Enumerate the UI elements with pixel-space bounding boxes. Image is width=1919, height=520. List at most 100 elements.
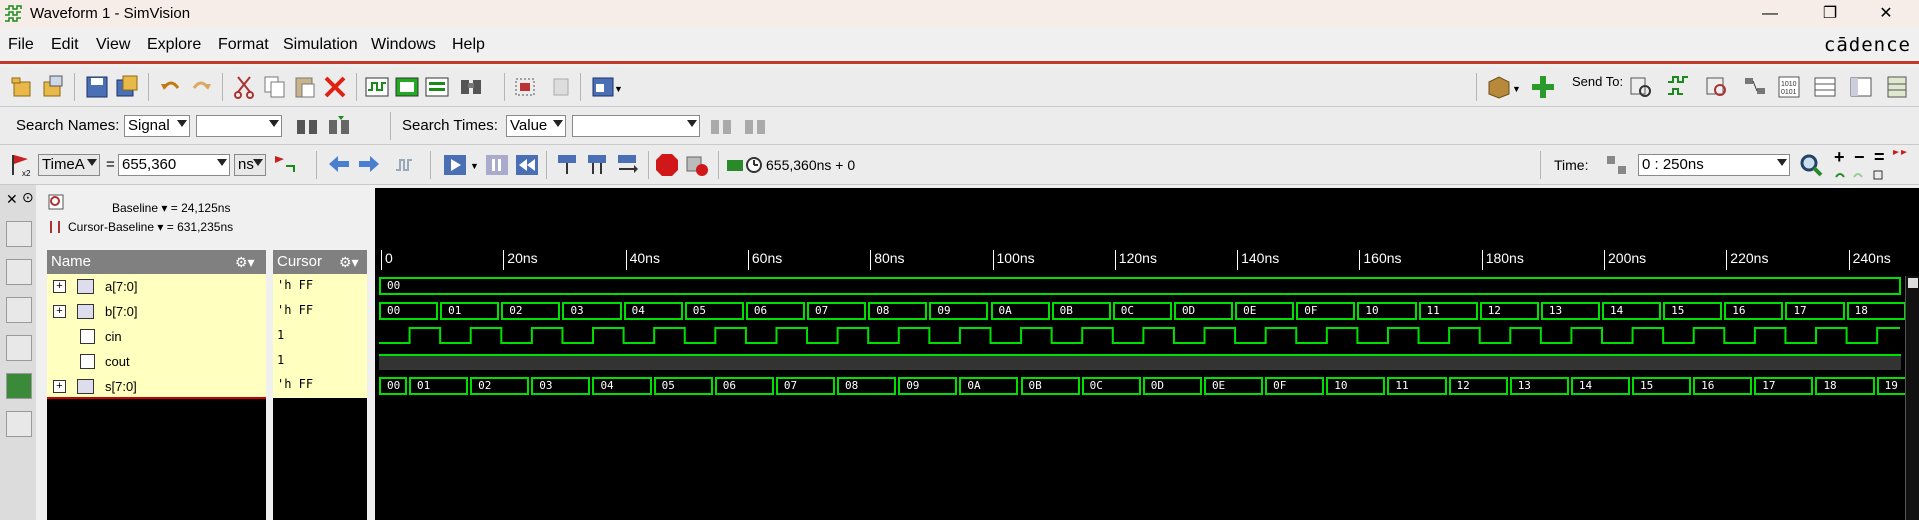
cursor-baseline-icon[interactable] bbox=[48, 220, 62, 234]
menu-view[interactable]: View bbox=[96, 36, 130, 54]
paste-icon[interactable] bbox=[292, 74, 318, 100]
arrow-left-icon[interactable] bbox=[326, 152, 352, 178]
signal-s-value[interactable]: 05 bbox=[653, 377, 713, 395]
save-all-icon[interactable] bbox=[114, 74, 140, 100]
signal-s-value[interactable]: 06 bbox=[714, 377, 774, 395]
vertical-scrollbar[interactable] bbox=[1905, 276, 1919, 520]
signal-s-value[interactable]: 16 bbox=[1693, 377, 1753, 395]
copy-icon[interactable] bbox=[262, 74, 288, 100]
signal-s-value[interactable]: 0C bbox=[1081, 377, 1141, 395]
open-database-icon[interactable] bbox=[10, 74, 36, 100]
gear-icon[interactable]: ⚙▾ bbox=[339, 250, 359, 274]
signal-s-value[interactable]: 0E bbox=[1203, 377, 1264, 395]
signal-row-s[interactable]: + s[7:0] bbox=[47, 374, 266, 399]
compare-tool-icon[interactable] bbox=[6, 411, 32, 437]
signal-s-value[interactable]: 07 bbox=[775, 377, 836, 395]
undo-icon[interactable] bbox=[158, 74, 184, 100]
step-out-icon[interactable] bbox=[614, 152, 640, 178]
signal-b-value[interactable]: 07 bbox=[807, 302, 867, 320]
name-column-header[interactable]: Name ⚙▾ bbox=[47, 250, 266, 274]
signal-s-value[interactable]: 0A bbox=[959, 377, 1019, 395]
waveform-canvas[interactable]: 0 20ns 40ns 60ns 80ns 100ns 120ns 140ns 160ns 180… bbox=[375, 188, 1919, 520]
signal-row-cin[interactable]: cin bbox=[47, 324, 266, 349]
signal-b-value[interactable]: 10 bbox=[1357, 302, 1417, 320]
register-tool-icon[interactable] bbox=[6, 335, 32, 361]
marker-flags-icon[interactable] bbox=[1892, 149, 1908, 163]
signal-s-value[interactable]: 0F bbox=[1265, 377, 1325, 395]
time-range-icon[interactable] bbox=[1604, 152, 1630, 178]
time-ruler[interactable]: 0 20ns 40ns 60ns 80ns 100ns 120ns 140ns 160ns 180… bbox=[375, 250, 1919, 270]
restore-button[interactable]: ❐ bbox=[1807, 2, 1853, 26]
waveform-tool-icon[interactable] bbox=[6, 373, 32, 399]
signal-s-value[interactable]: 01 bbox=[409, 377, 469, 395]
baseline-readout[interactable]: Baseline ▾ = 24,125ns bbox=[112, 201, 230, 215]
signal-b-value[interactable]: 01 bbox=[440, 302, 500, 320]
send-to-watch-icon[interactable] bbox=[1704, 74, 1730, 100]
open-design-icon[interactable] bbox=[40, 74, 66, 100]
signal-b-value[interactable]: 00 bbox=[379, 302, 439, 320]
signal-s-value[interactable]: 00 bbox=[379, 377, 407, 395]
signal-b-value[interactable]: 0B bbox=[1051, 302, 1111, 320]
signal-b-value[interactable]: 18 bbox=[1846, 302, 1906, 320]
signal-row-a[interactable]: + a[7:0] bbox=[47, 274, 266, 299]
time-unit-select[interactable]: ns bbox=[234, 154, 266, 176]
signal-a-value[interactable]: 00 bbox=[379, 277, 1901, 295]
zoom-fit-button[interactable]: = bbox=[1874, 147, 1885, 168]
search-times-type-select[interactable]: Value bbox=[506, 115, 566, 137]
send-to-waveform-icon[interactable] bbox=[1666, 74, 1692, 100]
signal-b-value[interactable]: 04 bbox=[623, 302, 683, 320]
signal-b-value[interactable]: 0F bbox=[1296, 302, 1356, 320]
menu-explore[interactable]: Explore bbox=[147, 36, 201, 54]
schematic-icon[interactable] bbox=[394, 74, 420, 100]
package-icon[interactable] bbox=[1486, 74, 1512, 100]
signal-row-b[interactable]: + b[7:0] bbox=[47, 299, 266, 324]
window-layout-icon[interactable] bbox=[590, 74, 616, 100]
send-to-register-icon[interactable]: 10100101 bbox=[1776, 74, 1802, 100]
search-binoculars-icon[interactable] bbox=[294, 114, 320, 140]
zoom-region-icon[interactable] bbox=[512, 74, 538, 100]
scroll-up-arrow[interactable] bbox=[1908, 278, 1918, 288]
send-to-layout-icon[interactable] bbox=[1848, 74, 1874, 100]
signal-b-value[interactable]: 14 bbox=[1602, 302, 1662, 320]
minimize-button[interactable]: — bbox=[1747, 2, 1793, 26]
signal-b-value[interactable]: 05 bbox=[684, 302, 744, 320]
step-into-icon[interactable] bbox=[554, 152, 580, 178]
signal-s-value[interactable]: 02 bbox=[470, 377, 530, 395]
signal-b-value[interactable]: 0C bbox=[1112, 302, 1172, 320]
send-to-table-icon[interactable] bbox=[1812, 74, 1838, 100]
signal-cout-wave[interactable] bbox=[379, 354, 1901, 370]
undock-icon[interactable]: ⊙ bbox=[22, 189, 34, 206]
find-binoculars-icon[interactable] bbox=[458, 74, 484, 100]
source-tool-icon[interactable] bbox=[6, 297, 32, 323]
signal-b-value[interactable]: 03 bbox=[562, 302, 622, 320]
signal-s-value[interactable]: 10 bbox=[1326, 377, 1386, 395]
chevron-down-icon[interactable]: ▼ bbox=[614, 84, 623, 94]
signal-b-value[interactable]: 08 bbox=[868, 302, 928, 320]
redo-icon[interactable] bbox=[188, 74, 214, 100]
stop-icon[interactable] bbox=[654, 152, 680, 178]
zoom-in-button[interactable]: + bbox=[1834, 147, 1845, 168]
baseline-icon[interactable] bbox=[48, 194, 64, 210]
search-next-icon[interactable] bbox=[326, 114, 352, 140]
signal-b-value[interactable]: 17 bbox=[1785, 302, 1845, 320]
signal-cin-wave[interactable] bbox=[375, 325, 1905, 347]
signal-s-value[interactable]: 11 bbox=[1387, 377, 1447, 395]
menu-format[interactable]: Format bbox=[218, 36, 269, 54]
cursor-column-header[interactable]: Cursor ⚙▾ bbox=[273, 250, 367, 274]
signal-s-value[interactable]: 08 bbox=[837, 377, 897, 395]
breakpoint-icon[interactable] bbox=[684, 152, 710, 178]
signal-b-value[interactable]: 02 bbox=[501, 302, 561, 320]
signal-s-value[interactable]: 0D bbox=[1142, 377, 1202, 395]
menu-file[interactable]: File bbox=[8, 36, 34, 54]
cursor-baseline-readout[interactable]: Cursor-Baseline ▾ = 631,235ns bbox=[68, 220, 233, 234]
signal-s-value[interactable]: 0B bbox=[1020, 377, 1080, 395]
send-to-memory-icon[interactable] bbox=[1884, 74, 1910, 100]
signal-s-value[interactable]: 14 bbox=[1570, 377, 1630, 395]
time-marker-select[interactable]: TimeA bbox=[38, 154, 100, 176]
search-next-time-icon[interactable] bbox=[742, 114, 768, 140]
signal-s-value[interactable]: 04 bbox=[592, 377, 652, 395]
time-value-input[interactable]: 655,360 bbox=[118, 154, 230, 176]
schematic-tool-icon[interactable] bbox=[6, 259, 32, 285]
menu-windows[interactable]: Windows bbox=[371, 36, 436, 54]
arrow-right-icon[interactable] bbox=[356, 152, 382, 178]
